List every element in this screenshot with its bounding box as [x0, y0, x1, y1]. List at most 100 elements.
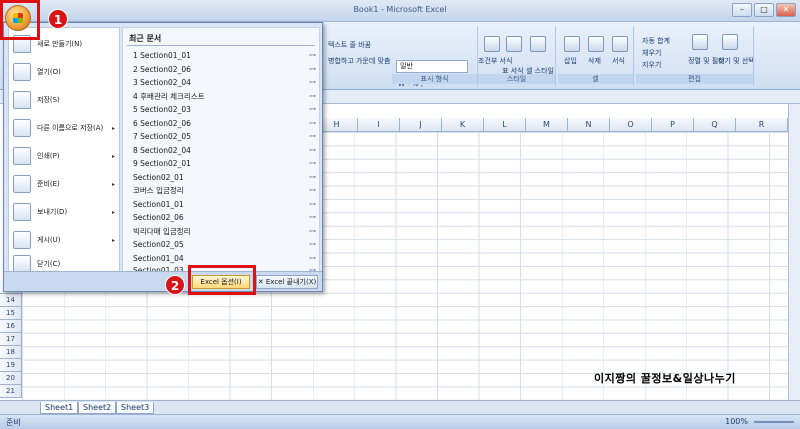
- pin-icon[interactable]: ⊶: [309, 49, 316, 62]
- cells-group: 셀: [558, 26, 634, 86]
- recent-document-item[interactable]: 5 Section02_03 ⊶: [133, 103, 318, 116]
- menu-item-send[interactable]: 보내기(D) ▸: [9, 198, 119, 226]
- number-group: 표시 형식: [392, 26, 478, 86]
- column-header[interactable]: K: [442, 118, 484, 132]
- maximize-button[interactable]: □: [754, 3, 774, 17]
- pin-icon[interactable]: ⊶: [309, 76, 316, 89]
- recent-document-item[interactable]: 1 Section01_01 ⊶: [133, 49, 318, 62]
- recent-document-name: 6 Section02_06: [133, 118, 191, 128]
- recent-documents-panel: 최근 문서 1 Section01_01 ⊶ 2 Section02_06 ⊶ 3 …: [122, 27, 320, 274]
- recent-document-item[interactable]: 7 Section02_05 ⊶: [133, 130, 318, 143]
- pin-icon[interactable]: ⊶: [309, 63, 316, 76]
- pin-icon[interactable]: ⊶: [309, 211, 316, 224]
- row-header[interactable]: 20: [0, 372, 22, 385]
- recent-document-name: 8 Section02_04: [133, 145, 191, 155]
- recent-document-name: Section01_01: [133, 199, 184, 209]
- menu-item-save-as[interactable]: 다른 이름으로 저장(A) ▸: [9, 114, 119, 142]
- submenu-arrow-icon: ▸: [111, 124, 115, 132]
- pin-icon[interactable]: ⊶: [309, 117, 316, 130]
- printer-icon: [13, 147, 31, 165]
- open-folder-icon: [13, 63, 31, 81]
- title-bar: Book1 - Microsoft Excel – □ ✕: [0, 0, 800, 22]
- pin-icon[interactable]: ⊶: [309, 184, 316, 197]
- pin-icon[interactable]: ⊶: [309, 238, 316, 251]
- recent-document-item[interactable]: Section02_06 ⊶: [133, 211, 318, 224]
- menu-item-save[interactable]: 저장(S): [9, 86, 119, 114]
- column-header[interactable]: L: [484, 118, 526, 132]
- column-header[interactable]: I: [358, 118, 400, 132]
- column-header[interactable]: J: [400, 118, 442, 132]
- recent-document-item[interactable]: 2 Section02_06 ⊶: [133, 63, 318, 76]
- menu-item-print[interactable]: 인쇄(P) ▸: [9, 142, 119, 170]
- menu-item-prepare[interactable]: 준비(E) ▸: [9, 170, 119, 198]
- sheet-tab[interactable]: Sheet1: [40, 402, 79, 414]
- pin-icon[interactable]: ⊶: [309, 171, 316, 184]
- menu-item-label: 저장(S): [37, 96, 60, 104]
- menu-item-label: 보내기(D): [37, 208, 68, 216]
- sheet-tab[interactable]: Sheet3: [116, 402, 155, 414]
- recent-document-item[interactable]: Section02_01 ⊶: [133, 171, 318, 184]
- recent-document-item[interactable]: 4 후배관리 체크리스트 ⊶: [133, 90, 318, 103]
- wrap-text-button[interactable]: 텍스트 줄 바꿈: [328, 40, 371, 50]
- pin-icon[interactable]: ⊶: [309, 90, 316, 103]
- column-header[interactable]: O: [610, 118, 652, 132]
- sheet-tab-bar: Sheet1 Sheet2 Sheet3: [0, 400, 800, 414]
- pin-icon[interactable]: ⊶: [309, 103, 316, 116]
- close-button[interactable]: ✕: [776, 3, 796, 17]
- recent-document-item[interactable]: Section01_01 ⊶: [133, 198, 318, 211]
- recent-document-name: Section01_04: [133, 253, 184, 263]
- recent-document-item[interactable]: Section01_04 ⊶: [133, 252, 318, 265]
- send-icon: [13, 203, 31, 221]
- recent-document-name: 1 Section01_01: [133, 51, 191, 60]
- recent-document-name: 3 Section02_04: [133, 78, 191, 87]
- sheet-tab[interactable]: Sheet2: [78, 402, 117, 414]
- row-header[interactable]: 14: [0, 294, 22, 307]
- menu-item-label: 인쇄(P): [37, 152, 60, 160]
- submenu-arrow-icon: ▸: [111, 208, 115, 216]
- row-header[interactable]: 19: [0, 359, 22, 372]
- pin-icon[interactable]: ⊶: [309, 157, 316, 170]
- editing-group: 편집: [636, 26, 754, 86]
- menu-item-open[interactable]: 열기(O): [9, 58, 119, 86]
- pin-icon[interactable]: ⊶: [309, 225, 316, 238]
- recent-document-name: 5 Section02_03: [133, 105, 191, 114]
- recent-document-name: 코버스 입금정리: [133, 186, 184, 195]
- recent-document-name: 빅리다매 입금정리: [133, 226, 191, 236]
- office-menu-commands: 새로 만들기(N) 열기(O) 저장(S) 다른 이름으로 저장(A) ▸ 인쇄…: [8, 27, 120, 273]
- recent-document-name: 2 Section02_06: [133, 64, 191, 74]
- column-header[interactable]: Q: [694, 118, 736, 132]
- zoom-level[interactable]: 100%: [725, 417, 748, 426]
- merge-center-button[interactable]: 병합하고 가운데 맞춤: [328, 56, 390, 66]
- row-header[interactable]: 17: [0, 333, 22, 346]
- vertical-scrollbar[interactable]: [788, 104, 800, 400]
- recent-document-item[interactable]: 코버스 입금정리 ⊶: [133, 184, 318, 197]
- pin-icon[interactable]: ⊶: [309, 198, 316, 211]
- recent-document-item[interactable]: 9 Section02_01 ⊶: [133, 157, 318, 170]
- number-group-label: 표시 형식: [392, 74, 477, 84]
- row-header[interactable]: 21: [0, 385, 22, 398]
- recent-document-item[interactable]: Section02_05 ⊶: [133, 238, 318, 251]
- pin-icon[interactable]: ⊶: [309, 144, 316, 157]
- menu-item-label: 게시(U): [37, 236, 61, 244]
- zoom-slider[interactable]: [754, 421, 794, 423]
- column-header[interactable]: N: [568, 118, 610, 132]
- recent-document-name: Section02_05: [133, 240, 184, 249]
- recent-document-item[interactable]: 6 Section02_06 ⊶: [133, 117, 318, 130]
- minimize-button[interactable]: –: [732, 3, 752, 17]
- column-header[interactable]: R: [736, 118, 788, 132]
- row-header[interactable]: 18: [0, 346, 22, 359]
- exit-excel-button[interactable]: ✕ Excel 끝내기(X): [256, 275, 318, 289]
- recent-document-item[interactable]: 3 Section02_04 ⊶: [133, 76, 318, 89]
- column-header[interactable]: P: [652, 118, 694, 132]
- highlight-box-options: [188, 265, 256, 295]
- recent-document-name: Section02_06: [133, 213, 184, 222]
- recent-document-item[interactable]: 빅리다매 입금정리 ⊶: [133, 225, 318, 238]
- pin-icon[interactable]: ⊶: [309, 130, 316, 143]
- row-header[interactable]: 16: [0, 320, 22, 333]
- submenu-arrow-icon: ▸: [111, 180, 115, 188]
- row-header[interactable]: 15: [0, 307, 22, 320]
- column-header[interactable]: M: [526, 118, 568, 132]
- step-badge-2: 2: [165, 275, 185, 295]
- recent-document-item[interactable]: 8 Section02_04 ⊶: [133, 144, 318, 157]
- pin-icon[interactable]: ⊶: [309, 252, 316, 265]
